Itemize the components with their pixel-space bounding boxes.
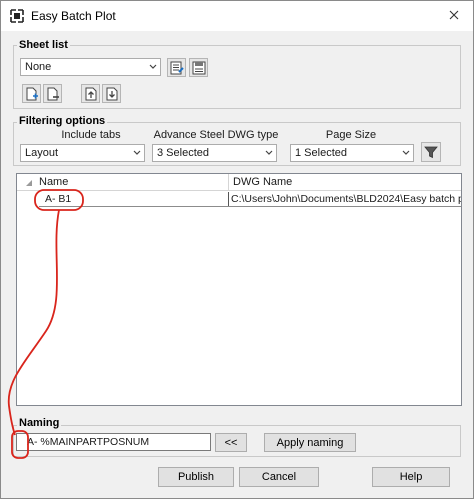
naming-input[interactable]: A- %MAINPARTPOSNUM [16,433,211,451]
include-tabs-value: Layout [25,147,59,159]
chevron-down-icon [149,64,157,69]
edit-list-button[interactable] [167,58,186,77]
chevron-down-icon [133,150,141,155]
page-size-value: 1 Selected [295,147,347,159]
help-button[interactable]: Help [372,467,450,487]
save-list-button[interactable] [189,58,208,77]
page-size-label: Page Size [325,129,377,141]
filtering-options-title: Filtering options [17,115,108,127]
add-sheet-icon [26,87,38,101]
include-tabs-select[interactable]: Layout [20,144,145,162]
add-sheet-button[interactable] [22,84,41,103]
window-title: Easy Batch Plot [31,9,116,23]
row-name-cell[interactable]: A- B1 [45,193,225,205]
publish-button[interactable]: Publish [158,467,234,487]
cancel-button[interactable]: Cancel [239,467,319,487]
apply-naming-button[interactable]: Apply naming [264,433,356,452]
column-header-name[interactable]: Name [39,176,68,188]
close-icon[interactable] [441,4,467,26]
include-tabs-label: Include tabs [61,129,121,141]
sort-corner-icon [26,180,32,186]
sheet-list-selected: None [25,61,52,73]
dwg-type-value: 3 Selected [157,147,209,159]
chevron-down-icon [402,150,410,155]
cell-divider [228,192,229,207]
sheet-list-select[interactable]: None [20,58,161,76]
column-header-dwg-name[interactable]: DWG Name [233,176,292,188]
row-underline [39,206,461,207]
move-down-icon [106,87,118,101]
grid-header: Name DWG Name [17,174,461,191]
dwg-type-select[interactable]: 3 Selected [152,144,277,162]
move-up-button[interactable] [81,84,100,103]
filter-button[interactable] [421,142,441,162]
filter-icon [424,146,438,159]
move-down-button[interactable] [102,84,121,103]
chevron-down-icon [265,150,273,155]
insert-token-button[interactable]: << [215,433,247,452]
edit-list-icon [170,61,184,75]
page-size-select[interactable]: 1 Selected [290,144,414,162]
dwg-type-label: Advance Steel DWG type [153,129,279,141]
naming-title: Naming [17,417,62,429]
save-list-icon [192,61,206,75]
table-row[interactable]: A- B1 C:\Users\John\Documents\BLD2024\Ea… [17,192,461,207]
column-divider [228,174,229,191]
easy-batch-plot-dialog: Easy Batch Plot Sheet list None Filterin… [0,0,474,499]
remove-sheet-button[interactable] [43,84,62,103]
row-dwg-cell[interactable]: C:\Users\John\Documents\BLD2024\Easy bat… [231,193,461,205]
title-bar: Easy Batch Plot [1,1,473,31]
app-icon [10,9,24,23]
remove-sheet-icon [47,87,59,101]
sheet-list-title: Sheet list [17,39,70,51]
sheet-grid[interactable]: Name DWG Name A- B1 C:\Users\John\Docume… [16,173,462,406]
move-up-icon [85,87,97,101]
naming-value: A- %MAINPARTPOSNUM [27,436,150,448]
